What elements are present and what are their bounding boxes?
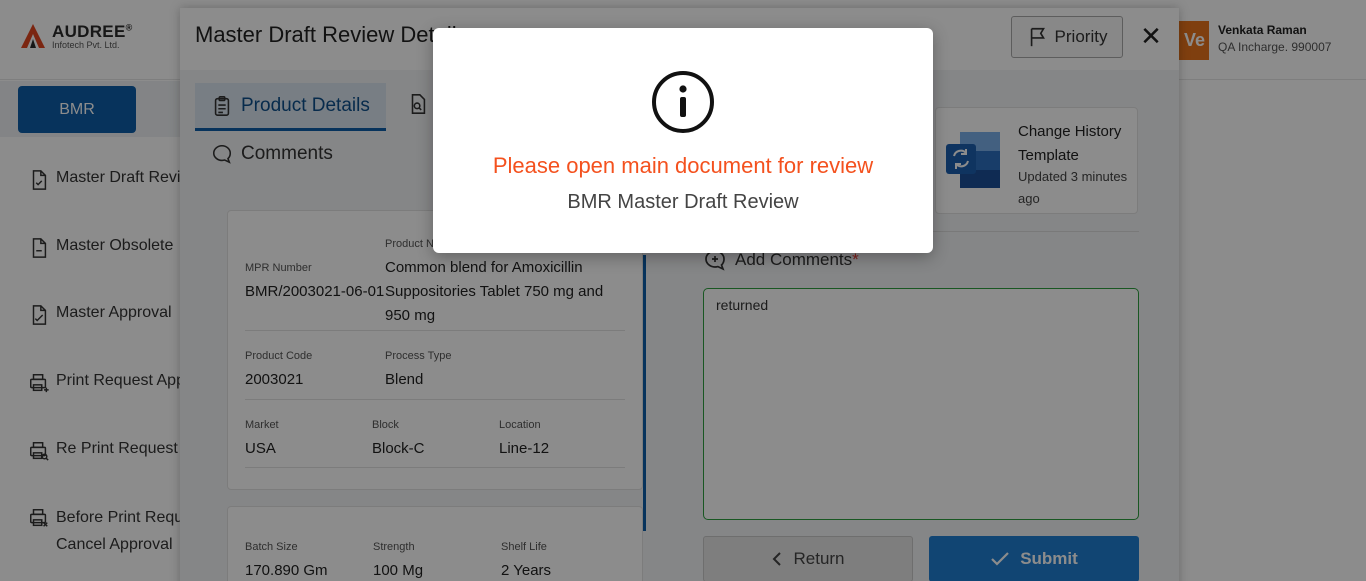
- alert-subtitle: BMR Master Draft Review: [567, 191, 799, 213]
- info-icon: [652, 71, 714, 133]
- alert-message: Please open main document for review: [492, 153, 874, 178]
- alert-dialog: Please open main document for review BMR…: [433, 28, 933, 253]
